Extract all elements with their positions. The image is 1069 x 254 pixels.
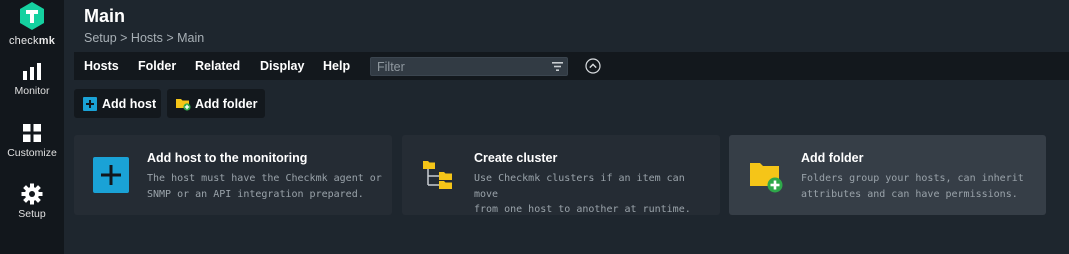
breadcrumb-separator: > (162, 31, 178, 45)
breadcrumb: Setup > Hosts > Main (84, 31, 204, 45)
breadcrumb-item-setup[interactable]: Setup (84, 31, 117, 45)
add-folder-button[interactable]: Add folder (167, 89, 265, 118)
add-host-icon (83, 97, 97, 111)
monitor-icon (23, 63, 41, 80)
menu-hosts[interactable]: Hosts (84, 59, 119, 73)
folder-plus-icon (750, 163, 783, 193)
menubar: Hosts Folder Related Display Help (74, 52, 1069, 80)
filter-input[interactable] (371, 58, 551, 75)
card-description: Folders group your hosts, can inherit at… (801, 173, 1024, 200)
sidebar-item-label: Monitor (14, 85, 50, 97)
sidebar-item-label: Setup (18, 208, 46, 220)
card-title: Add host to the monitoring (147, 151, 308, 165)
add-host-label: Add host (102, 97, 157, 111)
breadcrumb-item-main[interactable]: Main (177, 31, 204, 45)
card-description: The host must have the Checkmk agent or … (147, 173, 382, 200)
card-add-host[interactable]: Add host to the monitoring The host must… (74, 135, 392, 215)
page-title: Main (84, 6, 126, 26)
breadcrumb-item-hosts[interactable]: Hosts (131, 31, 163, 45)
chevron-up-circle-icon[interactable] (585, 58, 601, 74)
checkmk-logo-icon (20, 2, 44, 30)
sidebar-item-label: Customize (7, 147, 57, 159)
add-host-button[interactable]: Add host (74, 89, 161, 118)
card-title: Create cluster (474, 151, 558, 165)
sidebar: checkmk Monitor Customize Setup (0, 0, 64, 254)
menu-folder[interactable]: Folder (138, 59, 176, 73)
menu-display[interactable]: Display (260, 59, 304, 73)
add-folder-label: Add folder (195, 97, 258, 111)
breadcrumb-separator: > (116, 31, 131, 45)
card-title: Add folder (801, 151, 864, 165)
filter-icon[interactable] (552, 61, 563, 72)
menu-help[interactable]: Help (323, 59, 350, 73)
card-description: Use Checkmk clusters if an item can move… (474, 173, 691, 215)
card-create-cluster[interactable]: Create cluster Use Checkmk clusters if a… (402, 135, 720, 215)
sidebar-item-setup[interactable]: Setup (0, 183, 64, 220)
sidebar-item-customize[interactable]: Customize (0, 123, 64, 159)
checkmk-logo[interactable]: checkmk (0, 0, 64, 52)
logo-text: checkmk (8, 35, 56, 47)
filter-box (370, 57, 568, 76)
add-folder-icon (176, 99, 191, 111)
add-host-plus-icon (93, 157, 129, 193)
card-add-folder[interactable]: Add folder Folders group your hosts, can… (729, 135, 1046, 215)
menu-related[interactable]: Related (195, 59, 240, 73)
customize-icon (23, 124, 41, 142)
setup-gear-icon (21, 183, 43, 205)
cluster-folders-icon (423, 161, 452, 189)
sidebar-item-monitor[interactable]: Monitor (0, 63, 64, 97)
